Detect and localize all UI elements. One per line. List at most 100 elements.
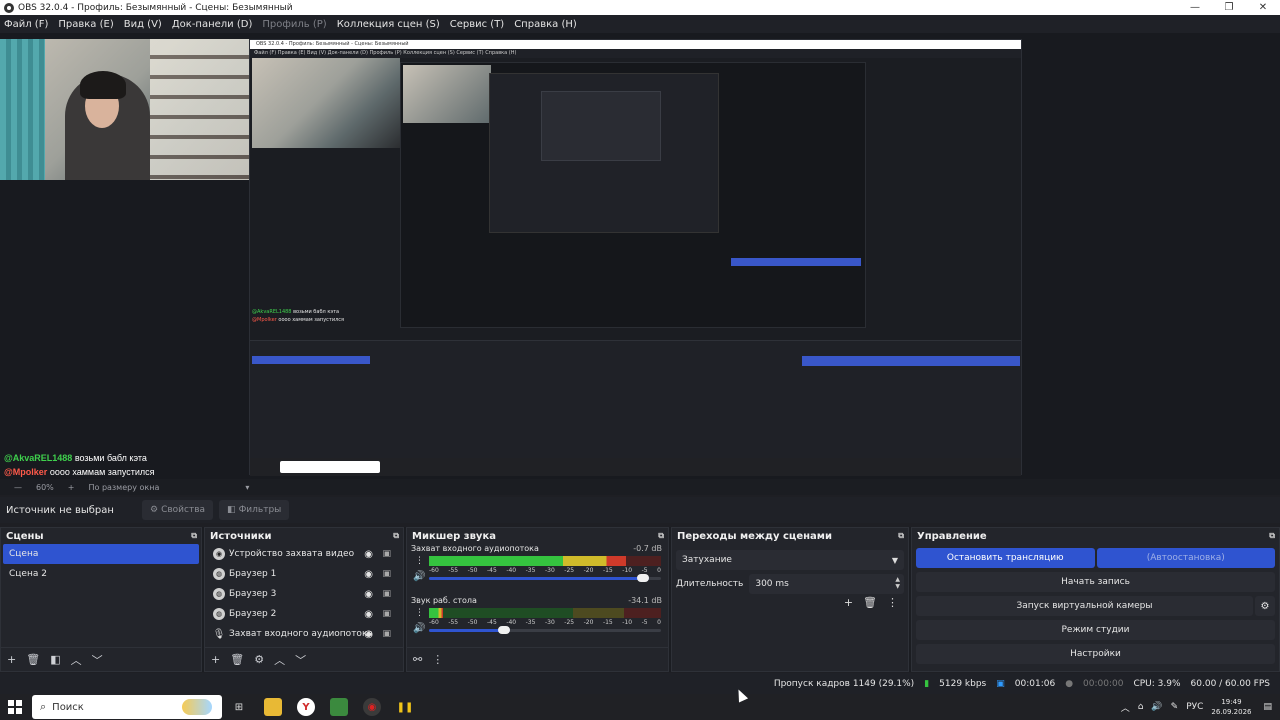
trash-icon[interactable]: 🗑 xyxy=(863,596,877,609)
chevron-down-icon[interactable]: ▾ xyxy=(245,483,249,492)
gear-icon[interactable]: ⚙ xyxy=(1255,596,1275,616)
scale-tick: -5 xyxy=(641,619,648,626)
dock-float-icon[interactable]: ⧉ xyxy=(898,531,904,541)
zoom-level: 60% xyxy=(36,482,54,492)
scale-tick: -40 xyxy=(506,567,517,574)
task-view-icon[interactable]: ⊞ xyxy=(230,698,248,716)
chevron-down-icon[interactable]: ﹀ xyxy=(92,652,103,668)
dock-float-icon[interactable]: ⧉ xyxy=(393,531,399,541)
lock-icon[interactable]: ▣ xyxy=(382,609,391,619)
source-item[interactable]: ◍ Браузер 3 ◉ ▣ xyxy=(205,584,403,604)
menu-scene-collection[interactable]: Коллекция сцен (S) xyxy=(337,19,440,30)
scene-item[interactable]: Сцена xyxy=(3,544,199,564)
menu-help[interactable]: Справка (H) xyxy=(514,19,577,30)
chevron-up-icon[interactable]: ︿ xyxy=(274,652,285,668)
more-options-icon[interactable]: ⋮ xyxy=(415,608,424,618)
zoom-out-button[interactable]: — xyxy=(14,483,22,492)
globe-icon: ◍ xyxy=(213,608,225,620)
chevron-up-icon[interactable]: ︿ xyxy=(71,652,82,668)
obs-taskbar-icon[interactable]: ◉ xyxy=(363,698,381,716)
link-icon[interactable]: ⚯ xyxy=(413,653,422,666)
source-item[interactable]: ◍ Браузер 2 ◉ ▣ xyxy=(205,604,403,624)
volume-slider[interactable] xyxy=(429,574,661,582)
network-icon[interactable]: ⌂ xyxy=(1138,702,1144,712)
nested-screen-capture: OBS 32.0.4 - Профиль: Безымянный - Сцены… xyxy=(249,39,1022,476)
spinner-icon[interactable]: ▲ ▼ xyxy=(895,576,900,590)
trash-icon[interactable]: 🗑 xyxy=(230,653,244,666)
add-icon[interactable]: + xyxy=(211,653,220,666)
channel-db: -34.1 dB xyxy=(628,596,662,605)
speaker-icon[interactable]: 🔊 xyxy=(413,571,425,582)
menu-file[interactable]: Файл (F) xyxy=(4,19,48,30)
lock-icon[interactable]: ▣ xyxy=(382,589,391,599)
eye-icon[interactable]: ◉ xyxy=(364,589,373,600)
minimize-icon[interactable]: — xyxy=(1178,0,1212,15)
add-icon[interactable]: + xyxy=(844,596,853,609)
menu-edit[interactable]: Правка (E) xyxy=(58,19,113,30)
lock-icon[interactable]: ▣ xyxy=(382,629,391,639)
settings-button[interactable]: Настройки xyxy=(916,644,1275,664)
source-item[interactable]: ◍ Браузер 1 ◉ ▣ xyxy=(205,564,403,584)
menu-docks[interactable]: Док-панели (D) xyxy=(172,19,253,30)
taskbar-search[interactable]: ⌕ Поиск xyxy=(32,695,222,719)
filter-icon[interactable]: ◧ xyxy=(50,653,60,666)
preview-canvas[interactable]: OBS 32.0.4 - Профиль: Безымянный - Сцены… xyxy=(0,33,1280,479)
speaker-icon[interactable]: 🔊 xyxy=(413,623,425,634)
windows-start-icon[interactable] xyxy=(8,700,22,714)
pause-app-icon[interactable]: ❚❚ xyxy=(396,698,414,716)
scale-tick: -25 xyxy=(564,567,575,574)
filters-button[interactable]: ◧ Фильтры xyxy=(219,500,290,520)
maximize-icon[interactable]: ❐ xyxy=(1212,0,1246,15)
nested-window-title: OBS 32.0.4 - Профиль: Безымянный - Сцены… xyxy=(250,40,1021,49)
dock-float-icon[interactable]: ⧉ xyxy=(658,531,664,541)
stop-stream-button[interactable]: Остановить трансляцию xyxy=(916,548,1095,568)
mixer-dock: Микшер звука ⧉ Захват входного аудиопото… xyxy=(406,527,669,672)
eye-icon[interactable]: ◉ xyxy=(364,629,373,640)
add-icon[interactable]: + xyxy=(7,653,16,666)
transition-select[interactable]: Затухание ▼ xyxy=(676,550,904,570)
source-item[interactable]: ◉ Устройство захвата видео ◉ ▣ xyxy=(205,544,403,564)
eye-icon[interactable]: ◉ xyxy=(364,569,373,580)
mixer-channel: Захват входного аудиопотока -0.7 dB ⋮ -6… xyxy=(407,544,668,596)
lock-icon[interactable]: ▣ xyxy=(382,549,391,559)
window-titlebar: OBS 32.0.4 - Профиль: Безымянный - Сцены… xyxy=(0,0,1280,15)
language-indicator[interactable]: РУС xyxy=(1186,702,1203,712)
tray-chevron-icon[interactable]: ︿ xyxy=(1121,701,1130,714)
scale-tick: -15 xyxy=(602,619,613,626)
eye-icon[interactable]: ◉ xyxy=(364,609,373,620)
notification-icon[interactable]: ▤ xyxy=(1263,702,1272,712)
dock-float-icon[interactable]: ⧉ xyxy=(1269,531,1275,541)
zoom-mode-select[interactable]: По размеру окна xyxy=(88,483,159,492)
start-record-button[interactable]: Начать запись xyxy=(916,572,1275,592)
file-explorer-icon[interactable] xyxy=(264,698,282,716)
more-options-icon[interactable]: ⋮ xyxy=(415,556,424,566)
nested-menu-bar: Файл (F) Правка (E) Вид (V) Док-панели (… xyxy=(250,49,1021,58)
zoom-in-button[interactable]: + xyxy=(68,483,75,492)
eye-icon[interactable]: ◉ xyxy=(364,549,373,560)
pen-icon[interactable]: ✎ xyxy=(1171,702,1179,712)
close-icon[interactable]: ✕ xyxy=(1246,0,1280,15)
game-app-icon[interactable] xyxy=(330,698,348,716)
yandex-browser-icon[interactable]: Y xyxy=(297,698,315,716)
menu-profile[interactable]: Профиль (P) xyxy=(262,19,326,30)
auto-stop-button[interactable]: (Автоостановка) xyxy=(1096,548,1275,568)
menu-view[interactable]: Вид (V) xyxy=(124,19,162,30)
gear-icon[interactable]: ⚙ xyxy=(254,653,264,666)
scale-tick: -45 xyxy=(486,619,497,626)
lock-icon[interactable]: ▣ xyxy=(382,569,391,579)
scene-item[interactable]: Сцена 2 xyxy=(3,564,199,584)
clock[interactable]: 19:49 26.09.2026 xyxy=(1211,697,1251,717)
properties-button[interactable]: ⚙ Свойства xyxy=(142,500,214,520)
duration-input[interactable]: 300 ms ▲ ▼ xyxy=(749,574,904,594)
dock-float-icon[interactable]: ⧉ xyxy=(191,531,197,541)
volume-slider[interactable] xyxy=(429,626,661,634)
menu-tools[interactable]: Сервис (T) xyxy=(450,19,504,30)
trash-icon[interactable]: 🗑 xyxy=(26,653,40,666)
source-item[interactable]: 🎙 Захват входного аудиопотока ◉ ▣ xyxy=(205,624,403,644)
virtual-cam-button[interactable]: Запуск виртуальной камеры xyxy=(916,596,1253,616)
studio-mode-button[interactable]: Режим студии xyxy=(916,620,1275,640)
volume-icon[interactable]: 🔊 xyxy=(1151,702,1162,712)
more-options-icon[interactable]: ⋮ xyxy=(432,653,443,666)
more-options-icon[interactable]: ⋮ xyxy=(887,596,898,609)
chevron-down-icon[interactable]: ﹀ xyxy=(295,652,306,668)
